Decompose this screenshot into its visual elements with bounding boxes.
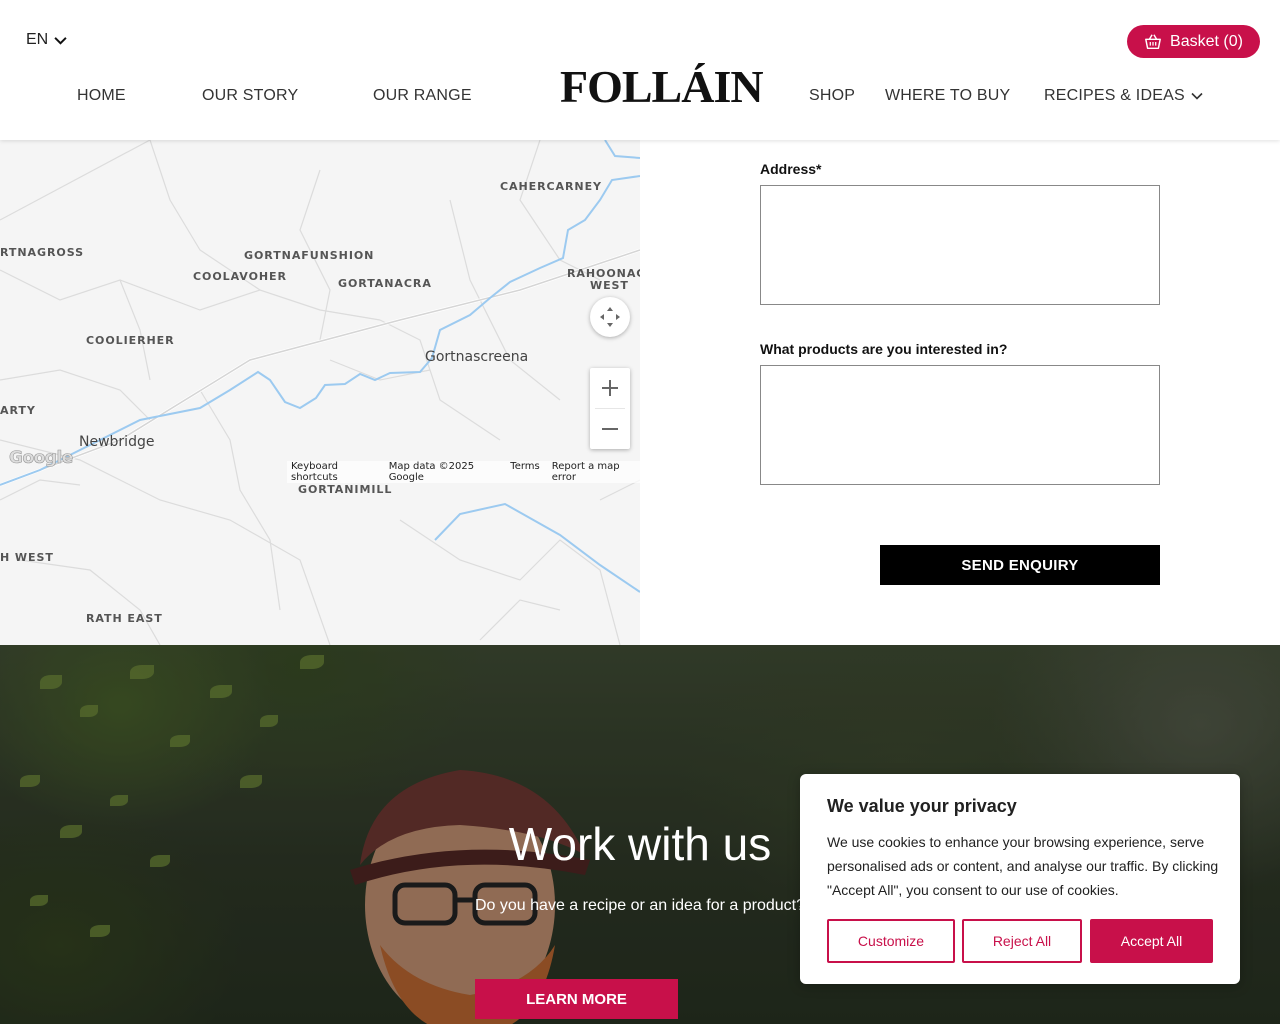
cookie-text: We use cookies to enhance your browsing … — [827, 834, 1219, 898]
map-fullscreen-button[interactable] — [590, 297, 630, 337]
products-label: What products are you interested in? — [760, 341, 1008, 357]
reject-all-button[interactable]: Reject All — [962, 919, 1082, 963]
basket-button[interactable]: Basket (0) — [1127, 25, 1260, 58]
site-header: EN Basket (0) HOME OUR STORY OUR RANGE F… — [0, 0, 1280, 140]
basket-icon — [1145, 33, 1161, 49]
google-map[interactable]: CAHERCARNEY RTNAGROSS GORTNAFUNSHION COO… — [0, 140, 640, 645]
follain-logo[interactable]: FOLLÁIN — [560, 61, 764, 112]
map-data-text: Map data ©2025 Google — [388, 461, 475, 483]
keyboard-shortcuts-link[interactable]: Keyboard shortcuts — [291, 461, 377, 483]
learn-more-button[interactable]: LEARN MORE — [475, 979, 678, 1019]
map-label-arty: ARTY — [0, 404, 36, 417]
nav-home[interactable]: HOME — [77, 87, 126, 105]
nav-shop[interactable]: SHOP — [809, 87, 855, 105]
map-label-coolierher: COOLIERHER — [86, 334, 175, 347]
map-label-west: WEST — [590, 279, 629, 292]
address-field[interactable] — [760, 185, 1160, 305]
zoom-in-button[interactable] — [590, 368, 630, 408]
language-selector[interactable]: EN — [26, 31, 67, 49]
minus-icon — [602, 428, 618, 430]
map-label-gortanacra: GORTANACRA — [338, 277, 432, 290]
map-label-gortanimill: GORTANIMILL — [298, 483, 393, 496]
terms-link[interactable]: Terms — [510, 461, 539, 483]
map-label-rahoonag: RAHOONAG — [567, 267, 640, 280]
cookie-title: We value your privacy — [827, 796, 1017, 816]
chevron-down-icon — [1191, 92, 1203, 100]
nav-where-to-buy[interactable]: WHERE TO BUY — [885, 87, 1010, 105]
plus-icon — [602, 380, 618, 396]
hero-subtitle: Do you have a recipe or an idea for a pr… — [475, 897, 805, 914]
nav-our-range[interactable]: OUR RANGE — [373, 87, 472, 105]
products-field[interactable] — [760, 365, 1160, 485]
send-enquiry-button[interactable]: SEND ENQUIRY — [880, 545, 1160, 585]
map-town-newbridge: Newbridge — [79, 434, 155, 450]
cookie-consent-banner: We value your privacy We use cookies to … — [800, 774, 1240, 984]
map-zoom-control — [590, 368, 630, 449]
map-base — [0, 140, 640, 645]
nav-recipes-ideas[interactable]: RECIPES & IDEAS — [1044, 87, 1203, 105]
map-label-gortnafunshion: GORTNAFUNSHION — [244, 249, 375, 262]
fullscreen-arrows-icon — [600, 307, 620, 327]
basket-label: Basket (0) — [1170, 32, 1243, 50]
map-label-coolavoher: COOLAVOHER — [193, 270, 287, 283]
report-map-error-link[interactable]: Report a map error — [552, 461, 636, 483]
map-label-rath-east: RATH EAST — [86, 612, 163, 625]
zoom-out-button[interactable] — [590, 409, 630, 449]
language-label: EN — [26, 31, 49, 48]
logo-text: FOLLÁIN — [560, 61, 764, 112]
map-town-gortnascreena: Gortnascreena — [425, 349, 529, 365]
customize-button[interactable]: Customize — [827, 919, 955, 963]
accept-all-button[interactable]: Accept All — [1090, 919, 1213, 963]
map-attribution: Keyboard shortcuts Map data ©2025 Google… — [287, 461, 640, 483]
nav-recipes-label: RECIPES & IDEAS — [1044, 87, 1185, 104]
map-label-h-west: H WEST — [0, 551, 54, 564]
map-label-rtnagross: RTNAGROSS — [0, 246, 84, 259]
chevron-down-icon — [54, 36, 67, 45]
map-label-cahercarney: CAHERCARNEY — [500, 180, 602, 193]
nav-our-story[interactable]: OUR STORY — [202, 87, 298, 105]
address-label: Address* — [760, 161, 822, 177]
google-logo[interactable]: Google — [9, 448, 74, 469]
